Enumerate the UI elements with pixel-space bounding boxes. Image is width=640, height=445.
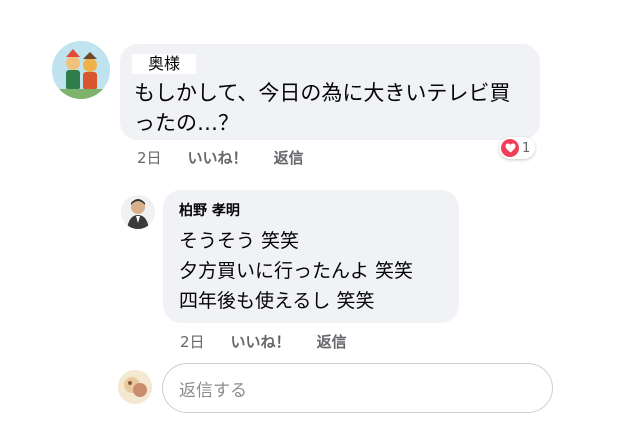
comment-bubble: 奥様 もしかして、今日の為に大きいテレビ買 ったの…？: [120, 44, 540, 140]
current-user-avatar[interactable]: [118, 370, 152, 404]
avatar[interactable]: [52, 41, 110, 99]
avatar[interactable]: [121, 195, 155, 229]
comment-timestamp[interactable]: 2日: [137, 147, 162, 168]
comment-thread: 奥様 もしかして、今日の為に大きいテレビ買 ったの…？ 1 2日 いいね！ 返信…: [0, 0, 640, 445]
comment-actions: 2日 いいね！ 返信: [137, 147, 304, 168]
reply-timestamp[interactable]: 2日: [180, 331, 205, 352]
reply-author[interactable]: 柏野 孝明: [179, 202, 443, 220]
like-button[interactable]: いいね！: [231, 331, 291, 352]
reply-text-line: 夕方買いに行ったんよ 笑笑: [179, 260, 414, 282]
reply-bubble: 柏野 孝明 そうそう 笑笑 夕方買いに行ったんよ 笑笑 四年後も使えるし 笑笑: [163, 190, 459, 323]
reply-button[interactable]: 返信: [274, 147, 304, 168]
reply-text: そうそう 笑笑 夕方買いに行ったんよ 笑笑 四年後も使えるし 笑笑: [179, 226, 443, 316]
avatar-cartoon-icon: [52, 41, 110, 99]
reaction-count: 1: [522, 140, 531, 156]
reaction-badge[interactable]: 1: [499, 137, 536, 159]
avatar-portrait-icon: [121, 195, 155, 229]
reply-text-line: 四年後も使えるし 笑笑: [179, 290, 375, 312]
heart-icon: [501, 139, 519, 157]
reply-actions: 2日 いいね！ 返信: [180, 331, 347, 352]
reply-input-placeholder: 返信する: [179, 380, 247, 401]
reply-input[interactable]: 返信する: [162, 363, 553, 413]
reply-button[interactable]: 返信: [317, 331, 347, 352]
comment-text-line: もしかして、今日の為に大きいテレビ買: [134, 81, 511, 105]
like-button[interactable]: いいね！: [188, 147, 248, 168]
avatar-icon: [118, 370, 152, 404]
comment-author[interactable]: 奥様: [132, 54, 197, 74]
reply-text-line: そうそう 笑笑: [179, 230, 300, 252]
comment-text-line: ったの…？: [134, 111, 239, 135]
comment-text: もしかして、今日の為に大きいテレビ買 ったの…？: [134, 78, 526, 138]
